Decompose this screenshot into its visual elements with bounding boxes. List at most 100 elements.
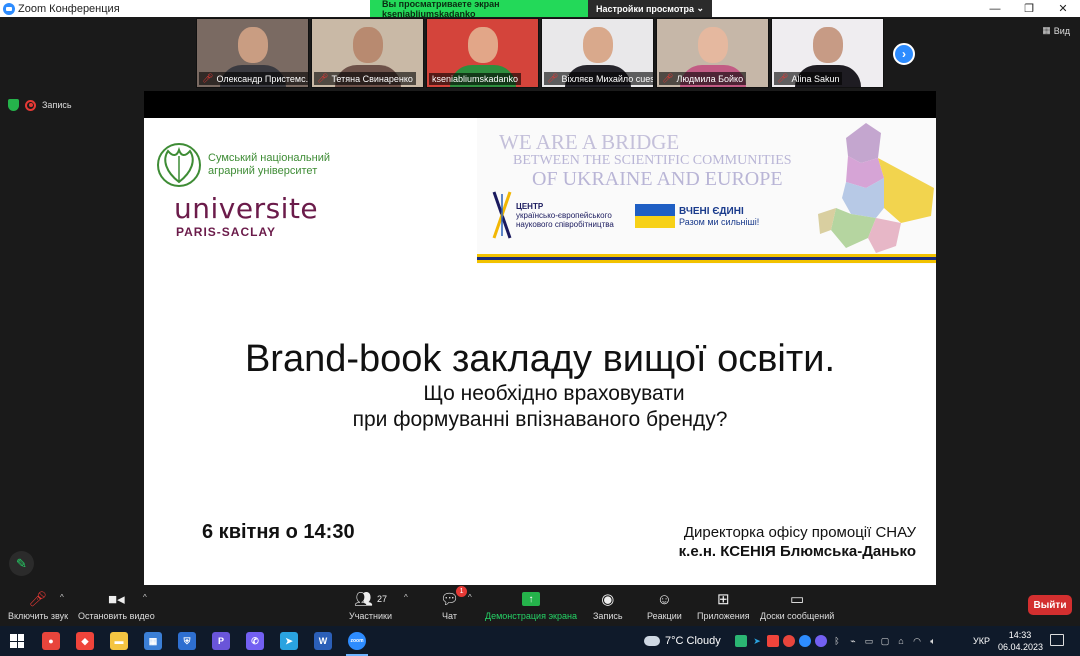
tray-anydesk-icon[interactable] bbox=[767, 635, 779, 647]
audio-options-caret[interactable]: ^ bbox=[60, 593, 64, 602]
language-indicator[interactable]: УКР bbox=[973, 626, 990, 656]
weather-widget[interactable]: 7°C Cloudy bbox=[644, 626, 721, 656]
participant-name-tag: 🎤︎ Тетяна Свинаренко bbox=[314, 72, 416, 85]
anydesk-icon[interactable]: ◆ bbox=[68, 626, 102, 656]
tray-zoom-icon[interactable] bbox=[799, 635, 811, 647]
speaker-name: к.е.н. КСЕНІЯ Блюмська-Данько bbox=[678, 543, 916, 560]
zoom-icon[interactable]: zoom bbox=[340, 626, 374, 656]
view-button[interactable]: ▦ Вид bbox=[1042, 25, 1070, 36]
participant-head bbox=[467, 27, 498, 63]
participant-tile[interactable]: kseniabliumskadanko bbox=[426, 18, 539, 88]
word-icon[interactable]: W bbox=[306, 626, 340, 656]
meeting-toolbar: 🎤︎ Включить звук ^ ■◂ Остановить видео ^… bbox=[0, 585, 1080, 626]
mic-muted-icon: 🎤︎ bbox=[202, 73, 214, 83]
share-notice: Вы просматриваете экран kseniabliumskada… bbox=[370, 0, 588, 19]
participant-name: Людмила Бойко bbox=[676, 73, 744, 84]
participant-head bbox=[237, 27, 268, 63]
close-button[interactable]: ✕ bbox=[1046, 0, 1080, 17]
center-logo: ЦЕНТР українсько-європейського наукового… bbox=[492, 190, 614, 240]
share-screen-button[interactable]: ↑ Демонстрация экрана bbox=[485, 589, 577, 621]
participant-tile[interactable]: 🎤︎ Віхляєв Михайло cues... bbox=[541, 18, 654, 88]
annotate-pencil-button[interactable]: ✎ bbox=[9, 551, 34, 576]
participant-tile[interactable]: 🎤︎ Тетяна Свинаренко bbox=[311, 18, 424, 88]
participant-tile[interactable]: 🎤︎ Alina Sakun bbox=[771, 18, 884, 88]
word-icon-glyph: W bbox=[314, 632, 332, 650]
slide-subtitle-1: Що необхідно враховувати bbox=[423, 382, 685, 405]
mic-muted-icon: 🎤︎ bbox=[547, 73, 559, 83]
whiteboards-label: Доски сообщений bbox=[760, 611, 835, 621]
tray-battery-icon[interactable]: ▭ bbox=[863, 635, 875, 647]
participant-name-tag: 🎤︎ Alina Sakun bbox=[774, 72, 843, 85]
chat-button[interactable]: 💬︎ 1 Чат bbox=[440, 586, 468, 621]
center-line1: ЦЕНТР bbox=[516, 201, 544, 211]
video-options-caret[interactable]: ^ bbox=[143, 593, 147, 602]
security-icon[interactable]: ⛨ bbox=[170, 626, 204, 656]
taskbar-clock[interactable]: 14:33 06.04.2023 bbox=[998, 629, 1043, 653]
participant-name-tag: 🎤︎ Олександр Пристемс... bbox=[199, 72, 308, 85]
tray-chrome-icon[interactable] bbox=[783, 635, 795, 647]
event-date: 6 квітня о 14:30 bbox=[202, 521, 355, 543]
store-icon[interactable]: ▦ bbox=[136, 626, 170, 656]
record-button[interactable]: ◉ Запись bbox=[593, 589, 623, 621]
paris-saclay-logo: universite PARIS-SACLAY bbox=[174, 192, 318, 239]
view-options-button[interactable]: Настройки просмотра ⌄ bbox=[588, 0, 712, 17]
apps-button[interactable]: ⊞ Приложения bbox=[697, 589, 750, 621]
participant-tile[interactable]: 🎤︎ Олександр Пристемс... bbox=[196, 18, 309, 88]
participant-name: Тетяна Свинаренко bbox=[331, 73, 413, 84]
participants-options-caret[interactable]: ^ bbox=[404, 593, 408, 602]
participant-name: kseniabliumskadanko bbox=[432, 74, 519, 84]
p-app-icon-glyph: P bbox=[212, 632, 230, 650]
bridge-banner: WE ARE A BRIDGE BETWEEN THE SCIENTIFIC C… bbox=[477, 118, 936, 264]
chrome-icon-glyph: ● bbox=[42, 632, 60, 650]
share-screen-label: Демонстрация экрана bbox=[485, 611, 577, 621]
viber-icon[interactable]: ✆ bbox=[238, 626, 272, 656]
window-title: Zoom Конференция bbox=[18, 2, 120, 15]
tray-viber-icon[interactable] bbox=[815, 635, 827, 647]
unmute-label: Включить звук bbox=[8, 611, 69, 621]
next-page-button[interactable]: › bbox=[893, 43, 915, 65]
p-app-icon[interactable]: P bbox=[204, 626, 238, 656]
mic-muted-icon: 🎤︎ bbox=[662, 73, 674, 83]
slide-title: Brand-book закладу вищої освіти. bbox=[244, 338, 836, 380]
file-explorer-icon-glyph: ▬ bbox=[110, 632, 128, 650]
file-explorer-icon[interactable]: ▬ bbox=[102, 626, 136, 656]
mic-muted-icon: 🎤︎ bbox=[317, 73, 329, 83]
participant-name-tag: 🎤︎ Віхляєв Михайло cues... bbox=[544, 72, 653, 85]
telegram-icon-glyph: ➤ bbox=[280, 632, 298, 650]
zoom-icon-glyph: zoom bbox=[348, 632, 366, 650]
windows-logo-icon bbox=[10, 634, 24, 648]
leave-button[interactable]: Выйти bbox=[1028, 595, 1072, 615]
tray-screen-icon[interactable]: ▢ bbox=[879, 635, 891, 647]
participants-button[interactable]: 👥︎ 27 Участники bbox=[349, 589, 392, 621]
tray-usb-icon[interactable]: ⌁ bbox=[847, 635, 859, 647]
chat-label: Чат bbox=[442, 611, 457, 621]
tray-network-icon[interactable]: ⌂ bbox=[895, 635, 907, 647]
reactions-button[interactable]: ☺ Реакции bbox=[647, 589, 682, 622]
banner-stripe-yellow-2 bbox=[477, 260, 936, 263]
snau-logo: Сумський національний аграрний університ… bbox=[156, 142, 330, 188]
minimize-button[interactable]: — bbox=[978, 0, 1012, 17]
tray-volume-icon[interactable]: 🔈︎ bbox=[927, 635, 939, 647]
chat-options-caret[interactable]: ^ bbox=[468, 593, 472, 602]
telegram-icon[interactable]: ➤ bbox=[272, 626, 306, 656]
maximize-button[interactable]: ❐ bbox=[1012, 0, 1046, 17]
system-tray: ➤ ᛒ ⌁ ▭ ▢ ⌂ ◠ 🔈︎ bbox=[735, 626, 939, 656]
whiteboards-button[interactable]: ▭ Доски сообщений bbox=[760, 589, 834, 621]
encryption-shield-icon[interactable] bbox=[8, 99, 19, 111]
notifications-icon[interactable] bbox=[1050, 634, 1064, 646]
tray-wifi-icon[interactable]: ◠ bbox=[911, 635, 923, 647]
chevron-down-icon: ⌄ bbox=[696, 3, 704, 13]
tray-app-icon[interactable] bbox=[735, 635, 747, 647]
tray-bluetooth-icon[interactable]: ᛒ bbox=[831, 635, 843, 647]
tray-telegram-icon[interactable]: ➤ bbox=[751, 635, 763, 647]
banner-line1: WE ARE A BRIDGE bbox=[499, 130, 680, 154]
participant-tile[interactable]: 🎤︎ Людмила Бойко bbox=[656, 18, 769, 88]
participant-name: Alina Sakun bbox=[791, 73, 840, 84]
speaker-role: Директорка офісу промоції СНАУ bbox=[683, 524, 916, 541]
start-button[interactable] bbox=[0, 626, 34, 656]
weather-text: 7°C Cloudy bbox=[665, 635, 721, 647]
banner-line3: OF UKRAINE AND EUROPE bbox=[532, 168, 783, 190]
chrome-icon[interactable]: ● bbox=[34, 626, 68, 656]
clock-time: 14:33 bbox=[1008, 630, 1032, 640]
scientists-united-logo: ВЧЕНІ ЄДИНІ Разом ми сильніші! bbox=[635, 204, 759, 228]
